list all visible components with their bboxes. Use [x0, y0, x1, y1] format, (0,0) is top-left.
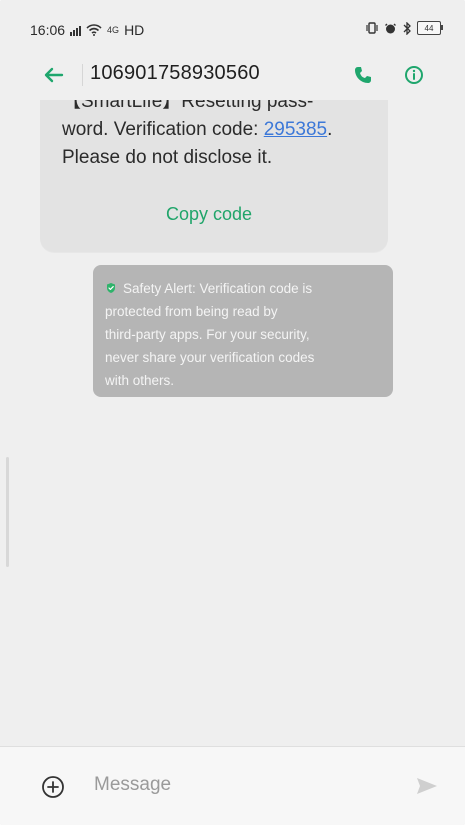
- message-input[interactable]: [90, 767, 388, 803]
- shield-check-icon: [105, 282, 117, 294]
- safety-alert-text: Safety Alert: Verification code is prote…: [105, 277, 381, 392]
- message-body: 【SmartLife】Resetting pass- word. Verific…: [62, 100, 362, 172]
- safety-alert-card: Safety Alert: Verification code is prote…: [93, 265, 393, 397]
- verification-code-link[interactable]: 295385: [264, 119, 327, 140]
- signal-icon: [70, 24, 82, 36]
- message-list[interactable]: 【SmartLife】Resetting pass- word. Verific…: [0, 100, 465, 750]
- vibrate-icon: [366, 22, 378, 34]
- battery-level: 44: [424, 23, 434, 33]
- call-button[interactable]: [350, 62, 376, 88]
- message-line-2-suffix: .: [327, 119, 333, 140]
- message-composer: [0, 746, 465, 825]
- phone-icon: [355, 67, 371, 83]
- message-line-1: 【SmartLife】Resetting pass-: [62, 100, 314, 112]
- hd-indicator: HD: [124, 22, 145, 38]
- back-button[interactable]: [41, 62, 67, 88]
- info-button[interactable]: [401, 62, 427, 88]
- wifi-icon: [86, 24, 102, 36]
- battery-icon: 44: [417, 21, 443, 35]
- conversation-header: 106901758930560: [0, 50, 465, 100]
- back-arrow-icon: [44, 67, 64, 83]
- add-attachment-button[interactable]: [39, 773, 67, 801]
- safety-alert-line-3: third-party apps. For your security,: [105, 327, 310, 342]
- add-circle-icon: [42, 776, 64, 798]
- send-button[interactable]: [413, 774, 441, 798]
- incoming-message-bubble[interactable]: 【SmartLife】Resetting pass- word. Verific…: [40, 100, 388, 252]
- message-line-2: word. Verification code: 295385.: [62, 116, 362, 144]
- message-line-3: Please do not disclose it.: [62, 147, 273, 168]
- safety-alert-line-4: never share your verification codes: [105, 350, 315, 365]
- status-bar: 16:06 4G HD 44: [0, 0, 465, 48]
- network-type-label: 4G: [107, 25, 120, 35]
- safety-alert-line-1: Safety Alert: Verification code is: [105, 277, 381, 300]
- copy-code-button[interactable]: Copy code: [166, 204, 252, 225]
- send-icon: [417, 778, 437, 794]
- edge-scroll-handle[interactable]: [6, 457, 9, 567]
- message-line-2-prefix: word. Verification code:: [62, 119, 264, 140]
- sms-conversation-screen: 16:06 4G HD 44 106901758930560 【SmartLif…: [0, 0, 465, 825]
- header-divider: [82, 64, 83, 86]
- status-time: 16:06: [30, 22, 66, 38]
- bluetooth-icon: [403, 21, 411, 35]
- safety-alert-line-5: with others.: [105, 373, 175, 388]
- info-icon: [405, 66, 423, 84]
- status-right: 44: [365, 21, 443, 35]
- alarm-icon: [385, 23, 396, 33]
- status-left: 16:06 4G HD: [30, 22, 144, 38]
- safety-alert-line-2: protected from being read by: [105, 304, 278, 319]
- safety-alert-line-1-text: Safety Alert: Verification code is: [123, 281, 313, 296]
- sender-number: 106901758930560: [90, 62, 260, 84]
